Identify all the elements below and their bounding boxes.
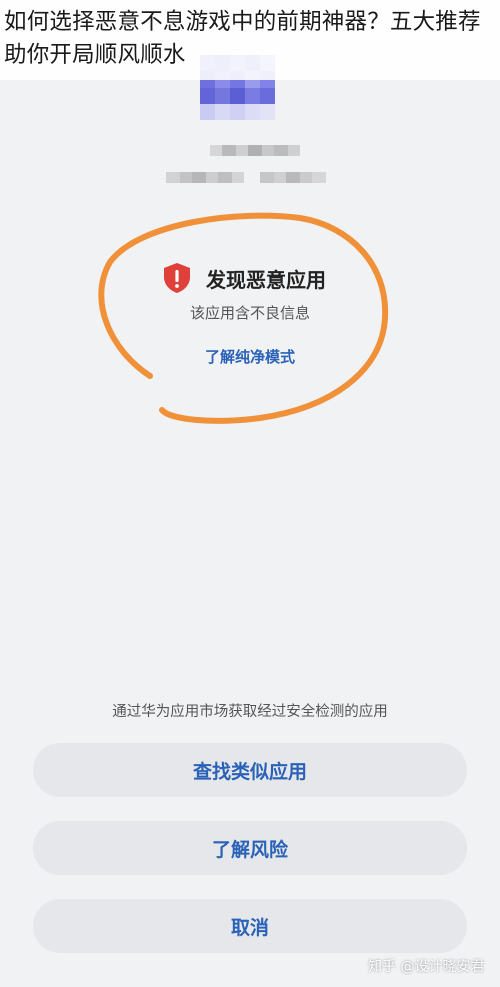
learn-pure-mode-link[interactable]: 了解纯净模式 xyxy=(0,346,500,367)
shield-warning-icon xyxy=(164,263,190,293)
redacted-app-name xyxy=(210,145,300,156)
warning-header: 发现恶意应用 xyxy=(162,262,326,294)
watermark: 知乎 @设计晓安君 xyxy=(368,959,485,975)
learn-risk-button[interactable]: 了解风险 xyxy=(33,821,467,875)
cancel-button[interactable]: 取消 xyxy=(33,899,467,953)
article-title-overlay: 如何选择恶意不息游戏中的前期神器？五大推荐助你开局顺风顺水 xyxy=(0,0,500,80)
warning-description: 该应用含不良信息 xyxy=(189,304,310,322)
redacted-app-info xyxy=(166,172,326,183)
find-similar-apps-button[interactable]: 查找类似应用 xyxy=(33,743,467,797)
warning-title: 发现恶意应用 xyxy=(206,267,326,292)
article-title: 如何选择恶意不息游戏中的前期神器？五大推荐助你开局顺风顺水 xyxy=(4,9,481,68)
security-notice: 通过华为应用市场获取经过安全检测的应用 xyxy=(112,704,388,720)
